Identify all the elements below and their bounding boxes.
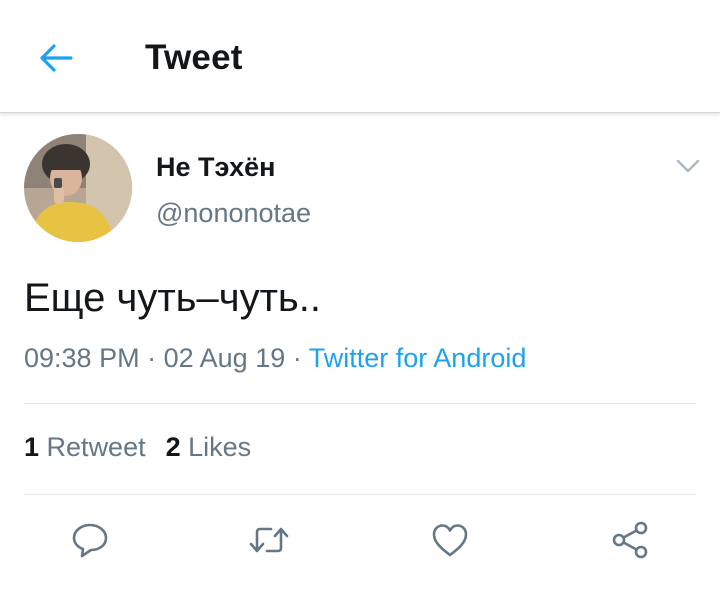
retweets-count: 1 xyxy=(24,432,40,462)
tweet-meta: 09:38 PM · 02 Aug 19 · Twitter for Andro… xyxy=(24,343,526,374)
back-button[interactable] xyxy=(34,38,78,78)
tweet-text: Еще чуть–чуть.. xyxy=(24,276,321,320)
likes-stat[interactable]: 2 Likes xyxy=(166,432,252,463)
page-title: Tweet xyxy=(145,38,243,77)
share-button[interactable] xyxy=(608,518,652,562)
tweet-menu-button[interactable] xyxy=(672,150,704,182)
like-button[interactable] xyxy=(428,518,472,562)
divider xyxy=(24,403,696,404)
app-header: Tweet xyxy=(0,0,720,113)
tweet-time: 09:38 PM xyxy=(24,343,140,373)
display-name[interactable]: Не Тэхён xyxy=(156,152,275,183)
likes-count: 2 xyxy=(165,432,181,462)
share-icon xyxy=(612,521,648,559)
user-handle[interactable]: @nononotae xyxy=(156,198,311,229)
tweet-source-link[interactable]: Twitter for Android xyxy=(309,343,527,373)
arrow-left-icon xyxy=(40,44,73,72)
retweets-label: Retweet xyxy=(46,432,146,462)
like-icon xyxy=(432,524,468,557)
reply-icon xyxy=(72,523,108,558)
likes-label: Likes xyxy=(188,432,252,462)
retweets-stat[interactable]: 1 Retweet xyxy=(24,432,146,463)
retweet-icon xyxy=(249,527,289,553)
tweet-stats: 1 Retweet 2 Likes xyxy=(24,432,251,463)
chevron-down-icon xyxy=(676,159,700,173)
reply-button[interactable] xyxy=(68,518,112,562)
divider xyxy=(24,494,696,495)
meta-separator: · xyxy=(292,343,302,373)
retweet-button[interactable] xyxy=(247,518,291,562)
avatar[interactable] xyxy=(24,134,132,242)
tweet-date: 02 Aug 19 xyxy=(163,343,286,373)
meta-separator: · xyxy=(147,343,157,373)
